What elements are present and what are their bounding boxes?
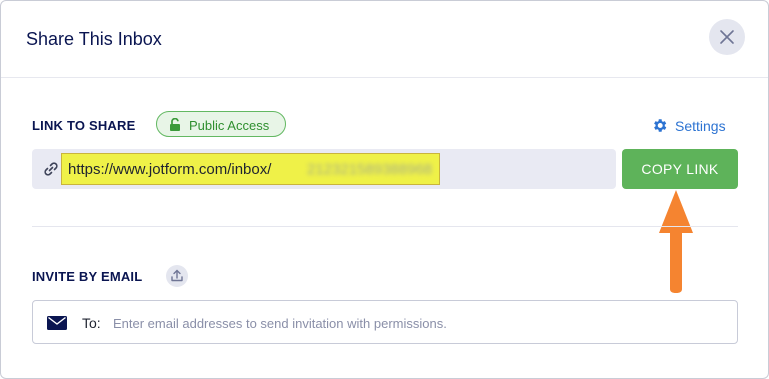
settings-text: Settings <box>675 118 726 134</box>
section-divider <box>32 226 738 227</box>
public-access-text: Public Access <box>189 118 270 133</box>
share-link-field[interactable]: https://www.jotform.com/inbox/ 212321589… <box>32 149 616 189</box>
dialog-header: Share This Inbox <box>1 1 768 78</box>
link-icon <box>44 162 58 176</box>
lock-icon <box>170 118 180 131</box>
share-url[interactable]: https://www.jotform.com/inbox/ <box>68 161 271 178</box>
gear-icon <box>654 119 667 132</box>
invite-by-email-label: INVITE BY EMAIL <box>32 269 143 284</box>
arrow-up-icon <box>659 190 693 293</box>
link-to-share-label: LINK TO SHARE <box>32 118 136 133</box>
upload-button[interactable] <box>166 265 188 287</box>
close-button[interactable] <box>709 19 745 55</box>
to-label: To: <box>82 315 101 331</box>
dialog-title: Share This Inbox <box>26 29 162 49</box>
url-highlight: https://www.jotform.com/inbox/ 212321589… <box>61 153 440 185</box>
upload-icon <box>171 269 183 282</box>
email-input[interactable] <box>111 311 715 335</box>
close-icon <box>720 30 734 44</box>
public-access-badge[interactable]: Public Access <box>156 111 286 137</box>
envelope-icon <box>47 316 67 330</box>
invite-email-field[interactable]: To: <box>32 300 738 344</box>
share-inbox-dialog: Share This Inbox LINK TO SHARE Public Ac… <box>0 0 769 379</box>
copy-link-button[interactable]: COPY LINK <box>622 149 738 189</box>
share-url-id-blurred: 212321589388968 <box>307 161 433 178</box>
